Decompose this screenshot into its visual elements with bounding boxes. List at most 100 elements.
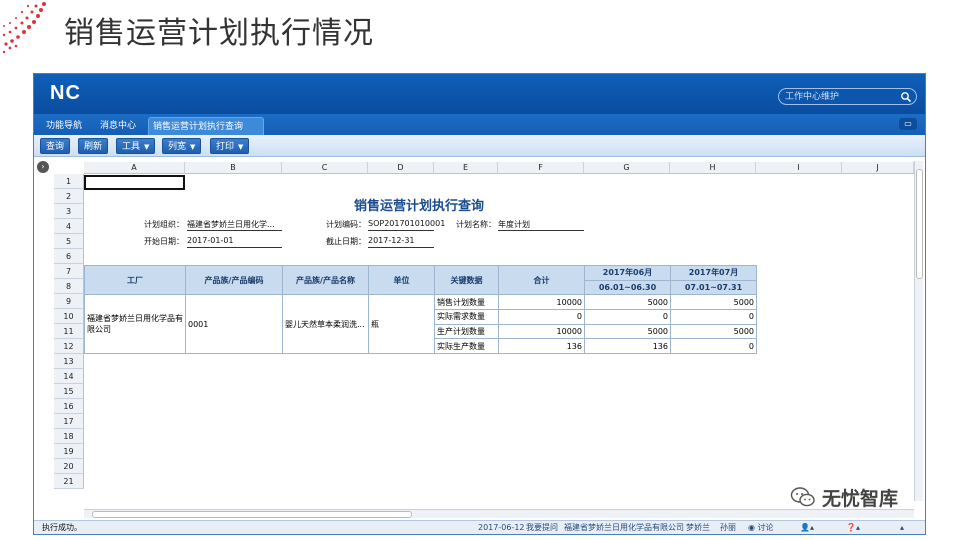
row-header[interactable]: 9 xyxy=(54,294,84,309)
column-header[interactable]: G xyxy=(584,162,670,174)
query-button[interactable]: 查询 xyxy=(40,138,71,154)
row-header[interactable]: 10 xyxy=(54,309,84,324)
cell-m7[interactable]: 5000 xyxy=(670,323,757,340)
status-user: 梦娇兰 xyxy=(686,523,710,532)
row-header[interactable]: 12 xyxy=(54,339,84,354)
column-width-label: 列宽 xyxy=(168,142,187,152)
row-header[interactable]: 15 xyxy=(54,384,84,399)
cell-m6[interactable]: 136 xyxy=(584,338,671,355)
tab-bar: 功能导航 消息中心 销售运营计划执行查询 ▭ xyxy=(34,114,925,135)
tab-sales-ops-query[interactable]: 销售运营计划执行查询 xyxy=(148,117,264,135)
cell-total[interactable]: 0 xyxy=(498,309,585,325)
cell-m6[interactable]: 0 xyxy=(584,309,671,325)
cell-key[interactable]: 生产计划数量 xyxy=(434,323,499,340)
search-box[interactable] xyxy=(778,88,917,105)
ask-question-link[interactable]: 我要提问 xyxy=(526,521,558,535)
report-title: 销售运营计划执行查询 xyxy=(354,199,485,214)
status-bar: 执行成功。 2017-06-12 我要提问 福建省梦娇兰日用化学品有限公司 梦娇… xyxy=(34,520,925,534)
row-header[interactable]: 13 xyxy=(54,354,84,369)
column-header[interactable]: E xyxy=(434,162,498,174)
cell-m7[interactable]: 0 xyxy=(670,338,757,355)
top-bar: NC xyxy=(34,74,925,114)
chevron-down-icon: ▼ xyxy=(238,143,244,151)
plan-name-value: 年度计划 xyxy=(498,219,584,231)
table-row[interactable]: 福建省梦娇兰日用化学品有限公司 0001 婴儿天然草本柔润洗... 瓶 销售计划… xyxy=(84,294,757,355)
vertical-scroll-thumb[interactable] xyxy=(916,169,923,279)
status-date: 2017-06-12 xyxy=(478,523,525,532)
search-input[interactable] xyxy=(785,90,895,103)
tab-function-nav[interactable]: 功能导航 xyxy=(42,117,86,135)
column-width-menu-button[interactable]: 列宽 ▼ xyxy=(162,138,202,154)
cell-m7[interactable]: 5000 xyxy=(670,294,757,311)
row-header[interactable]: 21 xyxy=(54,474,84,489)
vertical-scrollbar[interactable] xyxy=(914,161,923,501)
status-message: 执行成功。 xyxy=(42,523,82,532)
help-icon[interactable]: ❓▴ xyxy=(846,521,860,535)
toolbar: 查询 刷新 工具 ▼ 列宽 ▼ 打印 ▼ xyxy=(34,135,925,157)
decorative-dots-icon xyxy=(2,2,46,54)
cell-total[interactable]: 10000 xyxy=(498,294,585,311)
cell-product-name[interactable]: 婴儿天然草本柔润洗... xyxy=(282,294,369,355)
row-header[interactable]: 11 xyxy=(54,324,84,339)
column-header[interactable]: J xyxy=(842,162,914,174)
row-header[interactable]: 14 xyxy=(54,369,84,384)
column-header[interactable]: C xyxy=(282,162,368,174)
discuss-button[interactable]: ◉ 讨论 xyxy=(748,521,774,535)
cell-product-code[interactable]: 0001 xyxy=(185,294,283,355)
cell-total[interactable]: 136 xyxy=(498,338,585,355)
column-header[interactable]: I xyxy=(756,162,842,174)
column-header[interactable]: B xyxy=(185,162,282,174)
window-restore-icon[interactable]: ▭ xyxy=(899,118,917,130)
end-date-value: 2017-12-31 xyxy=(368,236,434,248)
cell-key[interactable]: 销售计划数量 xyxy=(434,294,499,311)
cell-key[interactable]: 实际需求数量 xyxy=(434,309,499,325)
selected-cell-a1[interactable] xyxy=(84,175,185,190)
row-header[interactable]: 17 xyxy=(54,414,84,429)
discuss-label: 讨论 xyxy=(757,523,774,532)
cell-factory[interactable]: 福建省梦娇兰日用化学品有限公司 xyxy=(84,294,186,355)
row-header[interactable]: 20 xyxy=(54,459,84,474)
row-header[interactable]: 7 xyxy=(54,264,84,279)
row-header[interactable]: 3 xyxy=(54,204,84,219)
column-header[interactable]: H xyxy=(670,162,756,174)
tools-menu-button[interactable]: 工具 ▼ xyxy=(116,138,156,154)
cell-m6[interactable]: 5000 xyxy=(584,323,671,340)
row-header[interactable]: 19 xyxy=(54,444,84,459)
header-product-code: 产品族/产品编码 xyxy=(185,264,283,296)
print-label: 打印 xyxy=(216,142,235,152)
refresh-button[interactable]: 刷新 xyxy=(78,138,109,154)
row-header[interactable]: 4 xyxy=(54,219,84,234)
row-header[interactable]: 16 xyxy=(54,399,84,414)
cell-key[interactable]: 实际生产数量 xyxy=(434,338,499,355)
row-header[interactable]: 8 xyxy=(54,279,84,294)
cell-total[interactable]: 10000 xyxy=(498,323,585,340)
row-header[interactable]: 1 xyxy=(54,174,84,189)
tab-message-center[interactable]: 消息中心 xyxy=(96,117,140,135)
cell-m6[interactable]: 5000 xyxy=(584,294,671,311)
chevron-down-icon: ▼ xyxy=(190,143,196,151)
plan-name-label: 计划名称： xyxy=(456,220,496,229)
status-name: 孙丽 xyxy=(720,523,736,532)
horizontal-scrollbar[interactable] xyxy=(84,509,914,518)
watermark-text: 无忧智库 xyxy=(822,488,899,510)
row-header[interactable]: 2 xyxy=(54,189,84,204)
collapse-arrow-icon[interactable]: › xyxy=(37,161,49,173)
row-header[interactable]: 6 xyxy=(54,249,84,264)
globe-icon: ◉ xyxy=(748,523,755,532)
user-icon[interactable]: 👤▴ xyxy=(800,521,814,535)
search-icon[interactable] xyxy=(900,91,912,103)
nc-logo: NC xyxy=(50,82,81,104)
wechat-icon xyxy=(790,487,815,507)
print-menu-button[interactable]: 打印 ▼ xyxy=(210,138,250,154)
expand-up-icon[interactable]: ▴ xyxy=(900,521,904,535)
horizontal-scroll-thumb[interactable] xyxy=(92,511,412,518)
chevron-down-icon: ▼ xyxy=(144,143,150,151)
column-header[interactable]: D xyxy=(368,162,434,174)
cell-m7[interactable]: 0 xyxy=(670,309,757,325)
row-header[interactable]: 5 xyxy=(54,234,84,249)
plan-code-value: SOP201701010001 xyxy=(368,219,445,231)
column-header[interactable]: A xyxy=(84,162,185,174)
column-header[interactable]: F xyxy=(498,162,584,174)
cell-unit[interactable]: 瓶 xyxy=(368,294,435,355)
row-header[interactable]: 18 xyxy=(54,429,84,444)
